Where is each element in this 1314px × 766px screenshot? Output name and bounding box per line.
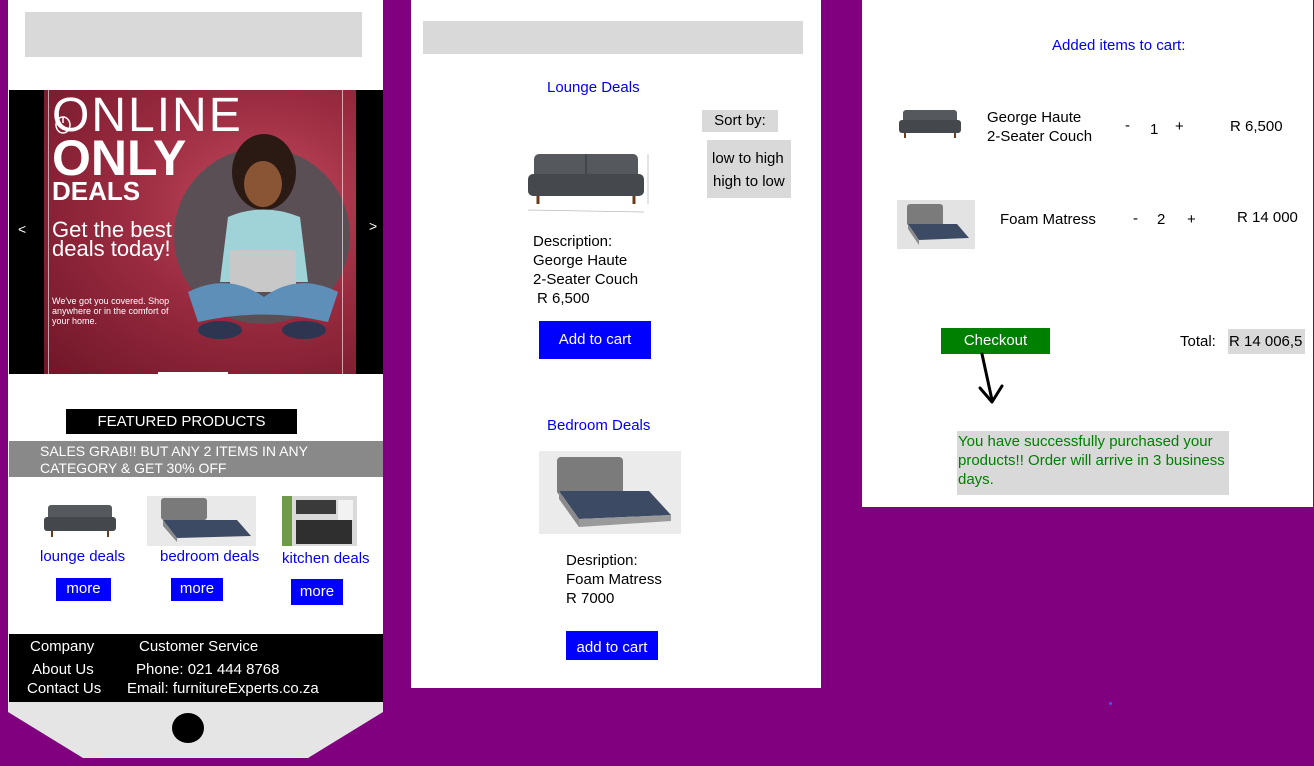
more-button-lounge[interactable]: more <box>55 577 112 602</box>
deals-search-bar[interactable] <box>423 21 803 54</box>
sales-banner: SALES GRAB!! BUT ANY 2 ITEMS IN ANY CATE… <box>9 441 383 477</box>
cart-item-1-increase-button[interactable]: + <box>1175 118 1184 135</box>
cart-item-2-quantity: 2 <box>1157 211 1166 228</box>
cart-item-2-price: R 14 000 <box>1237 209 1298 226</box>
more-button-bedroom[interactable]: more <box>170 577 224 602</box>
footer-about-link[interactable]: About Us <box>32 661 94 678</box>
stray-dot <box>1109 702 1112 705</box>
cart-item-2-increase-button[interactable]: + <box>1187 211 1196 228</box>
footer-phone: Phone: 021 444 8768 <box>136 661 280 678</box>
add-to-cart-couch-button[interactable]: Add to cart <box>539 321 651 359</box>
cart-item-1-price: R 6,500 <box>1230 118 1283 135</box>
banner-tagline: Get the best deals today! <box>52 217 172 261</box>
couch-product-image <box>527 154 649 213</box>
footer-contact-link[interactable]: Contact Us <box>27 680 101 697</box>
bedroom-description-label: Desription: <box>566 552 638 569</box>
banner-next-button[interactable]: > <box>369 218 377 234</box>
banner-prev-button[interactable]: < <box>18 221 26 237</box>
sort-options: low to high high to low <box>707 140 791 198</box>
cart-item-1-decrease-button[interactable]: - <box>1125 117 1130 134</box>
sort-option-high-low[interactable]: high to low <box>713 173 785 190</box>
arrow-down-icon <box>978 352 1004 404</box>
add-to-cart-bed-button[interactable]: add to cart <box>566 631 658 660</box>
lounge-description-label: Description: <box>533 233 613 250</box>
total-value: R 14 006,5 <box>1228 329 1305 354</box>
banner-indicator <box>158 372 228 376</box>
lounge-product-price: R 6,500 <box>537 290 590 307</box>
purchase-success-message: You have successfully purchased your pro… <box>957 431 1229 495</box>
total-label: Total: <box>1180 333 1216 350</box>
lounge-product-name-2: 2-Seater Couch <box>533 271 639 288</box>
phone-home-button[interactable] <box>172 713 204 743</box>
cart-title: Added items to cart: <box>1052 37 1186 54</box>
cart-bed-thumbnail <box>897 200 975 249</box>
banner-subtext: We've got you covered. Shop anywhere or … <box>52 296 170 326</box>
banner-headline-deals: DEALS <box>52 176 141 206</box>
cart-item-2-decrease-button[interactable]: - <box>1133 210 1138 227</box>
search-bar[interactable] <box>25 12 362 57</box>
category-link-lounge[interactable]: lounge deals <box>40 548 125 565</box>
bedroom-thumbnail[interactable] <box>147 496 256 546</box>
checkout-button[interactable]: Checkout <box>941 328 1050 354</box>
more-button-kitchen[interactable]: more <box>290 578 344 606</box>
bedroom-product-price: R 7000 <box>566 590 615 607</box>
site-footer: Company About Us Contact Us Customer Ser… <box>9 634 383 702</box>
sort-by-label[interactable]: Sort by: <box>702 110 778 132</box>
bed-product-image <box>539 451 681 534</box>
cart-item-2-name: Foam Matress <box>1000 211 1096 228</box>
cart-item-1-name-1: George Haute <box>987 109 1082 126</box>
cart-item-1-name-2: 2-Seater Couch <box>987 128 1093 145</box>
footer-company-heading: Company <box>30 638 95 655</box>
featured-products-heading: FEATURED PRODUCTS <box>66 409 297 434</box>
sort-option-low-high[interactable]: low to high <box>712 150 784 167</box>
lounge-thumbnail[interactable] <box>40 497 120 541</box>
bedroom-deals-title: Bedroom Deals <box>547 417 651 434</box>
lounge-deals-title: Lounge Deals <box>547 79 640 96</box>
footer-email[interactable]: Email: furnitureExperts.co.za <box>127 680 319 697</box>
cart-item-1-quantity: 1 <box>1150 121 1159 138</box>
cart-couch-thumbnail <box>899 110 961 138</box>
footer-service-heading: Customer Service <box>139 638 259 655</box>
category-link-kitchen[interactable]: kitchen deals <box>282 550 370 567</box>
category-link-bedroom[interactable]: bedroom deals <box>160 548 259 565</box>
bedroom-product-name: Foam Matress <box>566 571 662 588</box>
lounge-product-name-1: George Haute <box>533 252 628 269</box>
kitchen-thumbnail[interactable] <box>282 496 357 546</box>
